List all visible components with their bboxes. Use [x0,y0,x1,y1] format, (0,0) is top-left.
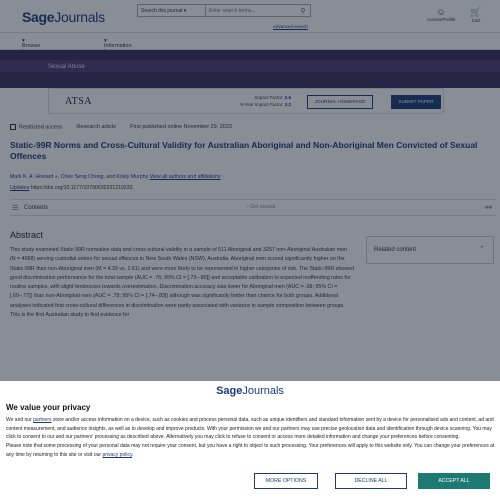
cookie-text: We and our partners store and/or access … [6,417,495,458]
privacy-policy-link[interactable]: privacy policy [102,452,132,458]
cookie-title: We value your privacy [6,403,91,412]
cookie-consent-banner: SageJournals We value your privacy We an… [0,381,500,500]
accept-all-button[interactable]: ACCEPT ALL [418,473,490,489]
more-options-button[interactable]: MORE OPTIONS [254,473,318,489]
sage-journals-logo: SageJournals [216,385,284,397]
decline-all-button[interactable]: DECLINE ALL [335,473,407,489]
partners-link[interactable]: partners [33,417,51,423]
modal-backdrop [0,0,500,381]
